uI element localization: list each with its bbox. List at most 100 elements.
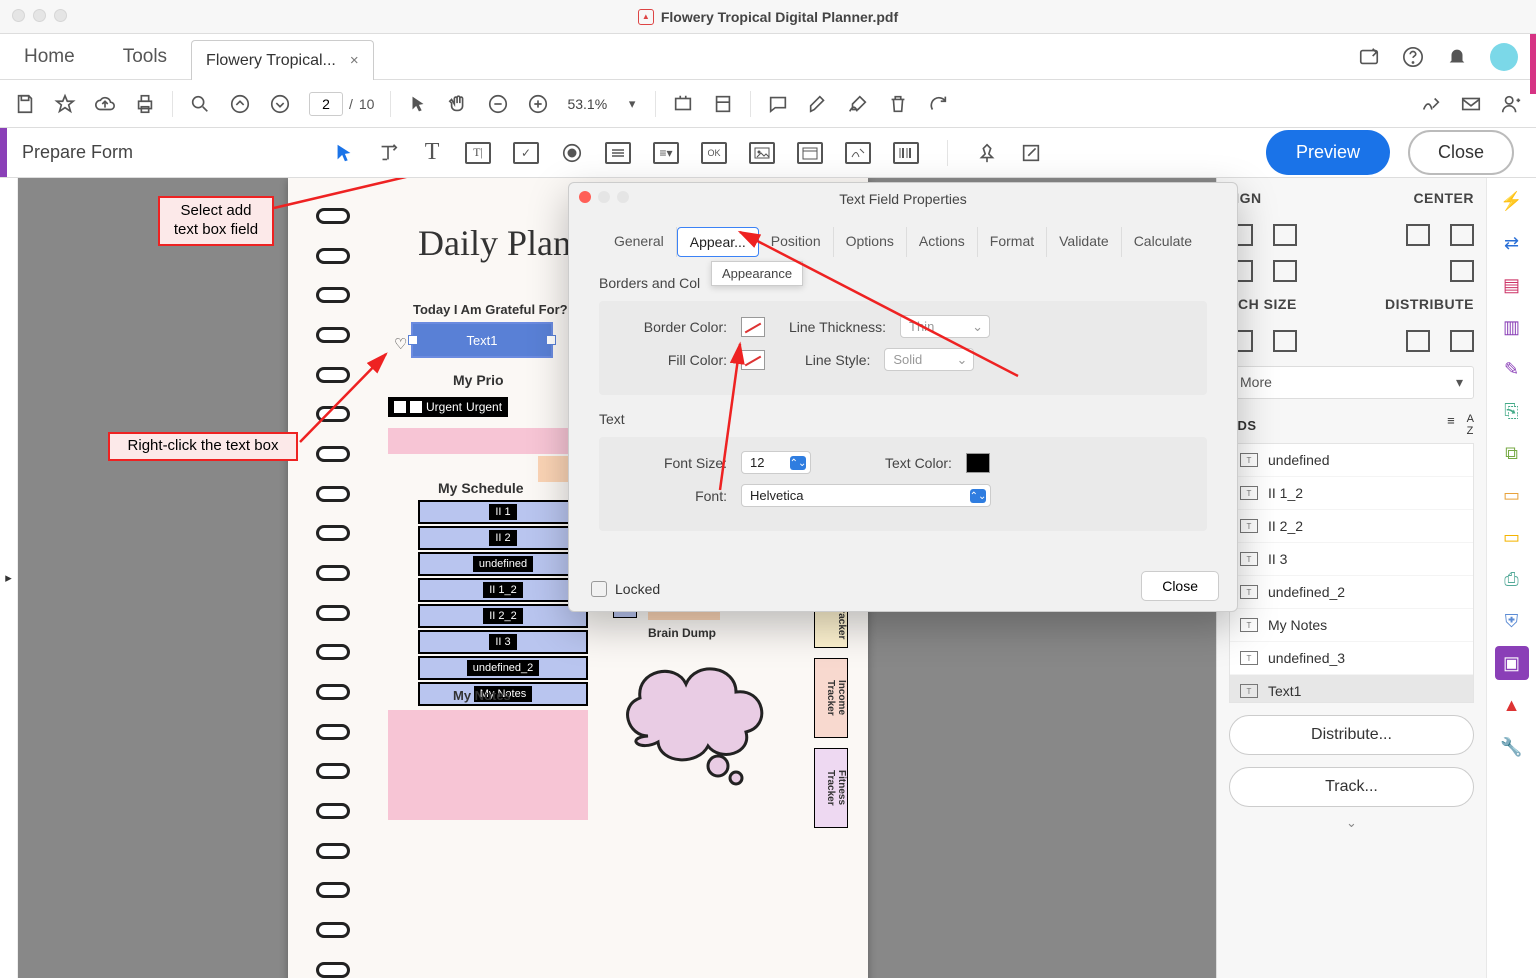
share-icon[interactable] [1358, 46, 1380, 68]
pointer-icon[interactable] [407, 93, 429, 115]
sched-row[interactable]: II 1_2 [418, 578, 588, 602]
trash-icon[interactable] [887, 93, 909, 115]
pin-icon[interactable] [976, 142, 998, 164]
mail-icon[interactable] [1460, 93, 1482, 115]
barcode-tool-icon[interactable] [893, 142, 919, 164]
dlg-tab-position[interactable]: Position [759, 227, 834, 257]
sort-icon[interactable]: ≡ [1447, 413, 1455, 437]
dlg-tab-options[interactable]: Options [834, 227, 907, 257]
az-sort-icon[interactable]: AZ [1467, 413, 1474, 437]
field-item[interactable]: Tundefined_2 [1230, 576, 1473, 609]
image-tool-icon[interactable] [749, 142, 775, 164]
preview-button[interactable]: Preview [1266, 130, 1390, 175]
sidetool-sign[interactable]: ✎ [1495, 352, 1529, 386]
dlg-tab-appearance[interactable]: Appear... [677, 227, 759, 257]
sched-row[interactable]: undefined [418, 552, 588, 576]
sidetool-more[interactable]: 🔧 [1495, 730, 1529, 764]
left-gutter[interactable]: ▸ [0, 178, 18, 978]
hand-icon[interactable] [447, 93, 469, 115]
save-icon[interactable] [14, 93, 36, 115]
line-style-select[interactable]: Solid⌄ [884, 348, 974, 371]
profile-avatar[interactable] [1490, 43, 1518, 71]
checkbox-tool-icon[interactable]: ✓ [513, 142, 539, 164]
more-dropdown[interactable]: More▾ [1229, 366, 1474, 399]
highlight-icon[interactable] [807, 93, 829, 115]
center-icon[interactable] [1406, 224, 1430, 246]
panel-chevron-down-icon[interactable]: ⌄ [1229, 815, 1474, 831]
sched-row[interactable]: II 2_2 [418, 604, 588, 628]
chevron-down-icon[interactable]: ▾ [625, 93, 639, 115]
field-item[interactable]: TII 3 [1230, 543, 1473, 576]
center-icon[interactable] [1450, 260, 1474, 282]
field-item[interactable]: TII 1_2 [1230, 477, 1473, 510]
sidetool-organize[interactable]: ⎘ [1495, 394, 1529, 428]
list-tool-icon[interactable] [605, 142, 631, 164]
sidetool-export[interactable]: ⇄ [1495, 226, 1529, 260]
select-tool-icon[interactable] [333, 142, 355, 164]
dlg-tab-actions[interactable]: Actions [907, 227, 978, 257]
sched-row[interactable]: undefined_2 [418, 656, 588, 680]
field-item[interactable]: TMy Notes [1230, 609, 1473, 642]
signature-field-icon[interactable] [845, 142, 871, 164]
tab-home[interactable]: Home [0, 34, 99, 79]
page-current-input[interactable] [309, 92, 343, 116]
tab-document[interactable]: Flowery Tropical... × [191, 40, 374, 80]
sidetool-comment[interactable]: ▥ [1495, 310, 1529, 344]
fit-page-icon[interactable] [712, 93, 734, 115]
text-tool-icon[interactable] [377, 142, 399, 164]
dropdown-tool-icon[interactable]: ≡▾ [653, 142, 679, 164]
font-select[interactable]: Helvetica⌃⌄ [741, 484, 991, 507]
tab-tools[interactable]: Tools [99, 34, 191, 79]
sidetool-edit[interactable]: ▤ [1495, 268, 1529, 302]
sidetool-create[interactable]: ⚡ [1495, 184, 1529, 218]
distribute-button[interactable]: Distribute... [1229, 715, 1474, 755]
textfield-tool-icon[interactable]: T| [465, 142, 491, 164]
dialog-close-button[interactable]: Close [1141, 571, 1219, 601]
sched-row[interactable]: II 1 [418, 500, 588, 524]
zoom-out-icon[interactable] [487, 93, 509, 115]
close-button[interactable]: Close [1408, 130, 1514, 175]
bell-icon[interactable] [1446, 46, 1468, 68]
sidetool-combine[interactable]: ⧉ [1495, 436, 1529, 470]
field-item[interactable]: TII 2_2 [1230, 510, 1473, 543]
urgent-field[interactable]: UrgentUrgent [388, 397, 508, 417]
add-user-icon[interactable] [1500, 93, 1522, 115]
locked-checkbox[interactable]: Locked [591, 581, 660, 597]
text-color-swatch[interactable] [966, 453, 990, 473]
sidetool-optimize[interactable]: ⎙ [1495, 562, 1529, 596]
fill-color-swatch[interactable] [741, 350, 765, 370]
distribute-icon[interactable] [1450, 330, 1474, 352]
dlg-tab-calculate[interactable]: Calculate [1122, 227, 1204, 257]
zoom-in-icon[interactable] [527, 93, 549, 115]
signature-icon[interactable] [1420, 93, 1442, 115]
tab-close-icon[interactable]: × [350, 52, 359, 69]
center-icon[interactable] [1450, 224, 1474, 246]
redo-icon[interactable] [927, 93, 949, 115]
sidetool-prepare-form[interactable]: ▣ [1495, 646, 1529, 680]
cloud-upload-icon[interactable] [94, 93, 116, 115]
dlg-tab-format[interactable]: Format [978, 227, 1047, 257]
fields-list[interactable]: Tundefined TII 1_2 TII 2_2 TII 3 Tundefi… [1229, 443, 1474, 703]
align-icon[interactable] [1273, 260, 1297, 282]
window-traffic-lights[interactable] [12, 9, 67, 22]
edit-icon[interactable] [1020, 142, 1042, 164]
line-thickness-select[interactable]: Thin⌄ [900, 315, 990, 338]
radio-tool-icon[interactable] [561, 142, 583, 164]
zoom-value[interactable]: 53.1% [567, 96, 607, 112]
track-button[interactable]: Track... [1229, 767, 1474, 807]
button-tool-icon[interactable]: OK [701, 142, 727, 164]
help-icon[interactable] [1402, 46, 1424, 68]
search-icon[interactable] [189, 93, 211, 115]
sidetool-protect[interactable]: ▭ [1495, 520, 1529, 554]
sidetool-redact[interactable]: ▭ [1495, 478, 1529, 512]
text-t-icon[interactable]: T [421, 142, 443, 164]
match-icon[interactable] [1273, 330, 1297, 352]
comment-icon[interactable] [767, 93, 789, 115]
sign-icon[interactable] [847, 93, 869, 115]
text1-field[interactable]: Text1 [413, 324, 551, 356]
align-icon[interactable] [1273, 224, 1297, 246]
print-icon[interactable] [134, 93, 156, 115]
field-item[interactable]: Tundefined [1230, 444, 1473, 477]
dlg-tab-general[interactable]: General [602, 227, 677, 257]
fit-width-icon[interactable] [672, 93, 694, 115]
